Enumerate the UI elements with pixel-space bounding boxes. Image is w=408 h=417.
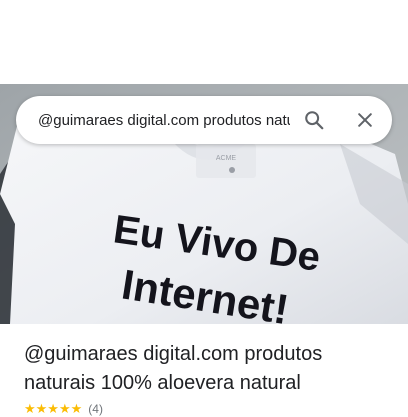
search-input[interactable] [38, 111, 290, 129]
close-icon [358, 113, 372, 127]
search-icon [305, 111, 324, 130]
clear-button[interactable] [349, 104, 381, 136]
shirt-label-brand: ACME [216, 155, 237, 162]
result-title[interactable]: @guimaraes digital.com produtos naturais… [24, 340, 394, 398]
search-button[interactable] [298, 104, 330, 136]
top-blank-area [0, 0, 408, 84]
search-bar [16, 96, 392, 144]
rating-stars: ★★★★★ [24, 401, 83, 416]
rating: ★★★★★ (4) [24, 401, 103, 416]
review-count: (4) [88, 402, 103, 416]
